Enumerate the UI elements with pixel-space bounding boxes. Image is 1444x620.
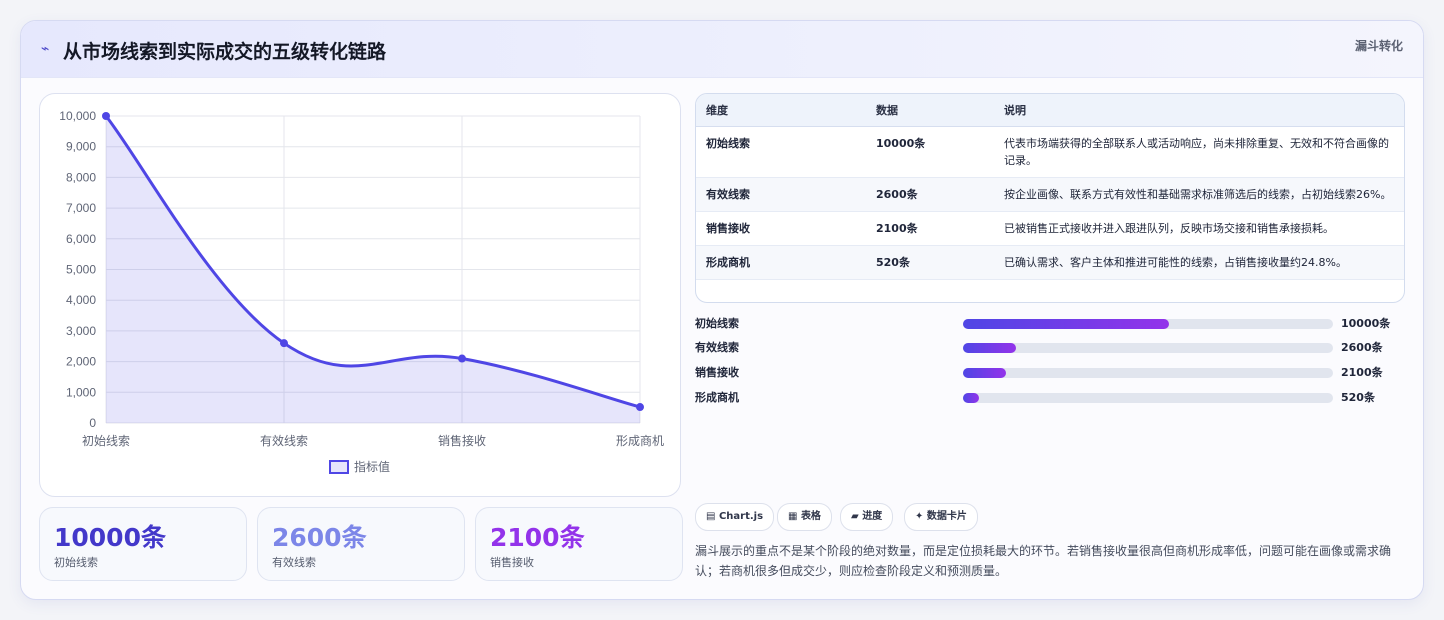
- data-point: [458, 354, 466, 363]
- legend-label: 指标值: [354, 459, 390, 474]
- table-cell: 有效线索: [696, 177, 866, 212]
- line-chart: 10,000 9,000 8,000 7,000 6,000 5,000 4,000 3,00…: [59, 109, 664, 474]
- table-cell: 按企业画像、联系方式有效性和基础需求标准筛选后的线索，占初始线索26%。: [994, 177, 1404, 212]
- funnel-card: ⌁ 从市场线索到实际成交的五级转化链路 漏斗转化 10,000 9,000 8,00…: [20, 20, 1424, 600]
- kpi-label: 有效线索: [272, 556, 316, 569]
- table-cell: 销售接收: [696, 211, 866, 246]
- progress-value: 520条: [1341, 391, 1375, 404]
- y-tick-label: 2,000: [66, 355, 96, 369]
- table-cell: 2600条: [866, 177, 994, 212]
- progress-track: [963, 343, 1333, 353]
- data-point: [102, 112, 110, 120]
- sparkle-icon: ✦: [915, 511, 924, 522]
- progress-value: 2100条: [1341, 366, 1383, 379]
- data-point: [636, 403, 644, 412]
- chip-progress[interactable]: ▰ 进度: [840, 503, 894, 531]
- card-header: ⌁ 从市场线索到实际成交的五级转化链路 漏斗转化: [21, 21, 1423, 78]
- table-cell: 已被销售正式接收并进入跟进队列，反映市场交接和销售承接损耗。: [994, 211, 1404, 246]
- kpi-value: 10000条: [54, 523, 166, 552]
- progress-row: 初始线索 10000条: [695, 315, 1405, 331]
- page-title: 从市场线索到实际成交的五级转化链路: [63, 41, 387, 63]
- table-cell: 代表市场端获得的全部联系人或活动响应，尚未排除重复、无效和不符合画像的记录。: [994, 126, 1404, 178]
- footnote: 漏斗展示的重点不是某个阶段的绝对数量，而是定位损耗最大的环节。若销售接收量很高但…: [695, 544, 1392, 578]
- kpi-card: 2100条 销售接收: [475, 507, 683, 581]
- y-tick-label: 0: [89, 416, 96, 430]
- table-cell: 520条: [866, 245, 994, 280]
- progress-fill: [963, 319, 1169, 329]
- chip-chartjs[interactable]: ▤ Chart.js: [695, 503, 775, 531]
- table-icon: ▦: [788, 511, 798, 522]
- kpi-value: 2100条: [490, 523, 585, 552]
- y-tick-label: 9,000: [66, 140, 96, 154]
- progress-value: 10000条: [1341, 317, 1391, 330]
- chip-table[interactable]: ▦ 表格: [777, 503, 832, 531]
- chip-label: 进度: [862, 511, 883, 522]
- y-tick-label: 6,000: [66, 232, 96, 246]
- progress-value: 2600条: [1341, 341, 1383, 354]
- chip-label: 表格: [800, 511, 821, 522]
- progress-track: [963, 319, 1333, 329]
- table-cell: 10000条: [866, 126, 994, 178]
- progress-fill: [963, 343, 1017, 353]
- y-tick-label: 1,000: [66, 385, 96, 399]
- progress-icon: ▰: [851, 511, 859, 522]
- y-tick-label: 3,000: [66, 324, 96, 338]
- kpi-value: 2600条: [272, 523, 367, 552]
- chart-icon: ▤: [706, 511, 716, 522]
- chip-data-card[interactable]: ✦ 数据卡片: [904, 503, 978, 531]
- y-tick-label: 5,000: [66, 263, 96, 277]
- table-cell: 2100条: [866, 211, 994, 246]
- progress-label: 销售接收: [695, 366, 739, 379]
- progress-track: [963, 393, 1333, 403]
- table-row: 形成商机 520条 已确认需求、客户主体和推进可能性的线索，占销售接收量约24.…: [696, 245, 1404, 280]
- header-tag: 漏斗转化: [1354, 39, 1403, 53]
- progress-row: 形成商机 520条: [695, 389, 1405, 405]
- chip-label: 数据卡片: [926, 511, 967, 522]
- y-tick-label: 7,000: [66, 201, 96, 215]
- x-tick-label: 初始线索: [82, 434, 130, 448]
- kpi-label: 销售接收: [490, 556, 534, 569]
- y-tick-label: 4,000: [66, 293, 96, 307]
- kpi-label: 初始线索: [54, 556, 98, 569]
- kpi-card: 10000条 初始线索: [39, 507, 247, 581]
- table-cell: 形成商机: [696, 245, 866, 280]
- progress-fill: [963, 393, 979, 403]
- progress-row: 有效线索 2600条: [695, 339, 1405, 355]
- y-tick-label: 8,000: [66, 170, 96, 184]
- progress-label: 初始线索: [695, 317, 739, 330]
- kpi-card: 2600条 有效线索: [257, 507, 465, 581]
- table-header-cell: 维度: [696, 94, 866, 127]
- table-row: 初始线索 10000条 代表市场端获得的全部联系人或活动响应，尚未排除重复、无效…: [696, 126, 1404, 178]
- table-row: 销售接收 2100条 已被销售正式接收并进入跟进队列，反映市场交接和销售承接损耗…: [696, 211, 1404, 246]
- table-cell: 已确认需求、客户主体和推进可能性的线索，占销售接收量约24.8%。: [994, 245, 1404, 280]
- progress-track: [963, 368, 1333, 378]
- table-cell: 初始线索: [696, 126, 866, 178]
- x-tick-label: 形成商机: [616, 433, 664, 448]
- x-tick-label: 有效线索: [260, 433, 308, 448]
- table-header-row: 维度 数据 说明: [696, 94, 1404, 127]
- progress-fill: [963, 368, 1007, 378]
- y-tick-label: 10,000: [59, 109, 96, 123]
- table-header-cell: 说明: [994, 94, 1404, 127]
- line-chart-panel: 10,000 9,000 8,000 7,000 6,000 5,000 4,000 3,00…: [39, 93, 681, 497]
- trend-line-icon: ⌁: [41, 41, 50, 57]
- data-table: 维度 数据 说明 初始线索 10000条 代表市场端获得的全部联系人或活动响应，…: [695, 93, 1405, 303]
- table-row: 有效线索 2600条 按企业画像、联系方式有效性和基础需求标准筛选后的线索，占初…: [696, 177, 1404, 212]
- progress-label: 形成商机: [695, 391, 739, 404]
- table-header-cell: 数据: [866, 94, 994, 127]
- progress-row: 销售接收 2100条: [695, 364, 1405, 380]
- x-tick-label: 销售接收: [438, 433, 486, 448]
- data-point: [280, 339, 288, 348]
- legend-swatch: [329, 460, 349, 474]
- progress-label: 有效线索: [695, 341, 739, 354]
- chip-label: Chart.js: [718, 511, 764, 522]
